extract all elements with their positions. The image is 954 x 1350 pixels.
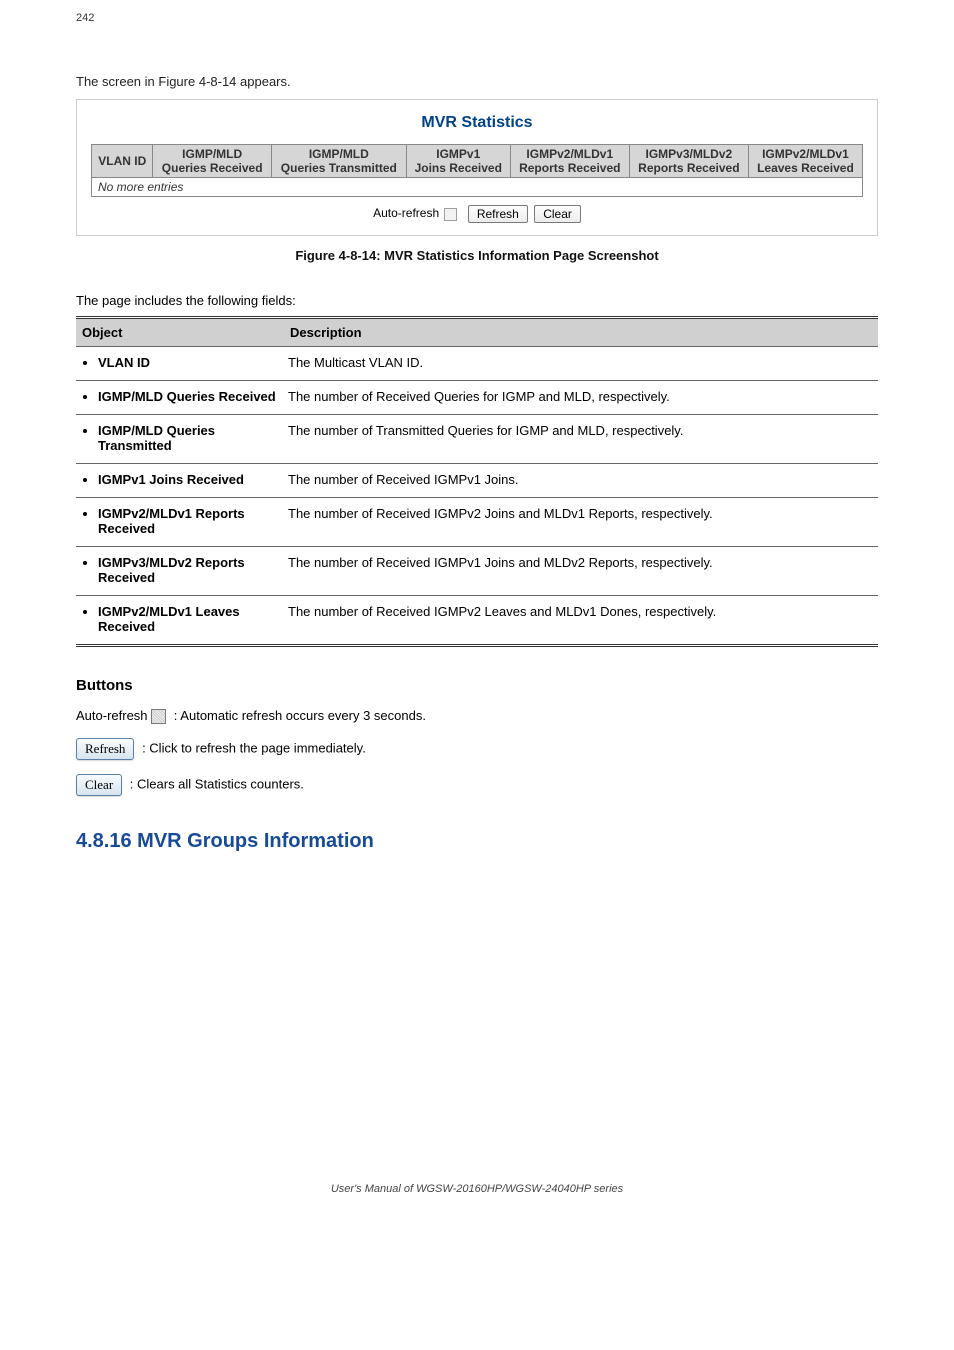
obj-desc: The number of Received IGMPv1 Joins.	[284, 464, 878, 498]
obj-desc: The number of Transmitted Queries for IG…	[284, 415, 878, 464]
table-row: IGMPv2/MLDv1 Reports Received The number…	[76, 498, 878, 547]
auto-refresh-line: Auto-refresh : Automatic refresh occurs …	[76, 708, 878, 724]
obj-label: IGMPv2/MLDv1 Reports Received	[98, 506, 280, 536]
obj-desc: The Multicast VLAN ID.	[284, 347, 878, 381]
figure-title: MVR Statistics	[91, 114, 863, 132]
th-text: Joins Received	[415, 161, 502, 175]
clear-button[interactable]: Clear	[534, 205, 581, 223]
th-text: Queries Received	[162, 161, 263, 175]
th-text: Leaves Received	[757, 161, 854, 175]
table-row: IGMPv3/MLDv2 Reports Received The number…	[76, 547, 878, 596]
refresh-button[interactable]: Refresh	[468, 205, 528, 223]
table-row: VLAN ID The Multicast VLAN ID.	[76, 347, 878, 381]
intro-text: The screen in Figure 4-8-14 appears.	[76, 74, 878, 89]
obj-label: IGMP/MLD Queries Transmitted	[98, 423, 280, 453]
page-number: 242	[76, 12, 878, 24]
buttons-block: Buttons Auto-refresh : Automatic refresh…	[76, 677, 878, 796]
auto-refresh-row: Auto-refresh Refresh Clear	[91, 205, 863, 223]
th-text: IGMPv2/MLDv1	[526, 147, 613, 161]
obj-label: IGMPv1 Joins Received	[98, 472, 280, 487]
desc-head-description: Description	[284, 318, 878, 347]
refresh-text: : Click to refresh the page immediately.	[142, 741, 366, 756]
th-text: IGMPv3/MLDv2	[646, 147, 733, 161]
th-text: Reports Received	[638, 161, 739, 175]
th-igmpv1-joins: IGMPv1 Joins Received	[406, 145, 510, 178]
th-v3v2-reports: IGMPv3/MLDv2 Reports Received	[629, 145, 748, 178]
buttons-heading: Buttons	[76, 677, 878, 694]
figure-caption: Figure 4-8-14: MVR Statistics Informatio…	[76, 248, 878, 263]
obj-label: IGMP/MLD Queries Received	[98, 389, 280, 404]
th-text: IGMPv1	[436, 147, 480, 161]
obj-desc: The number of Received IGMPv2 Leaves and…	[284, 596, 878, 646]
obj-label: IGMPv2/MLDv1 Leaves Received	[98, 604, 280, 634]
th-v2v1-leaves: IGMPv2/MLDv1 Leaves Received	[748, 145, 862, 178]
th-text: VLAN ID	[98, 154, 146, 168]
th-text: Reports Received	[519, 161, 620, 175]
clear-button-image: Clear	[76, 774, 122, 796]
obj-desc: The number of Received IGMPv1 Joins and …	[284, 547, 878, 596]
refresh-line: Refresh : Click to refresh the page imme…	[76, 738, 878, 760]
auto-refresh-label: Auto-refresh	[373, 206, 439, 220]
figure-box: MVR Statistics VLAN ID IGMP/MLD Queries …	[76, 99, 878, 236]
th-text: Queries Transmitted	[281, 161, 397, 175]
checkbox-icon	[151, 709, 166, 724]
table-row: IGMPv1 Joins Received The number of Rece…	[76, 464, 878, 498]
clear-text: : Clears all Statistics counters.	[130, 777, 304, 792]
clear-line: Clear : Clears all Statistics counters.	[76, 774, 878, 796]
desc-head-object: Object	[76, 318, 284, 347]
section-heading: 4.8.16 MVR Groups Information	[76, 830, 878, 853]
obj-desc: The number of Received Queries for IGMP …	[284, 381, 878, 415]
th-queries-transmitted: IGMP/MLD Queries Transmitted	[271, 145, 406, 178]
table-row: IGMP/MLD Queries Transmitted The number …	[76, 415, 878, 464]
th-queries-received: IGMP/MLD Queries Received	[153, 145, 271, 178]
table-row: IGMP/MLD Queries Received The number of …	[76, 381, 878, 415]
auto-refresh-text: : Automatic refresh occurs every 3 secon…	[174, 708, 426, 723]
fields-intro: The page includes the following fields:	[76, 293, 878, 308]
th-v2v1-reports: IGMPv2/MLDv1 Reports Received	[510, 145, 629, 178]
obj-label: IGMPv3/MLDv2 Reports Received	[98, 555, 280, 585]
no-more-entries: No more entries	[92, 178, 863, 197]
auto-refresh-checkbox[interactable]	[444, 208, 457, 221]
th-text: IGMP/MLD	[309, 147, 369, 161]
mvr-statistics-table: VLAN ID IGMP/MLD Queries Received IGMP/M…	[91, 144, 863, 197]
table-row: IGMPv2/MLDv1 Leaves Received The number …	[76, 596, 878, 646]
auto-refresh-prefix: Auto-refresh	[76, 708, 148, 723]
obj-label: VLAN ID	[98, 355, 280, 370]
th-text: IGMP/MLD	[182, 147, 242, 161]
th-vlan-id: VLAN ID	[92, 145, 153, 178]
description-table: Object Description VLAN ID The Multicast…	[76, 316, 878, 647]
obj-desc: The number of Received IGMPv2 Joins and …	[284, 498, 878, 547]
refresh-button-image: Refresh	[76, 738, 134, 760]
th-text: IGMPv2/MLDv1	[762, 147, 849, 161]
footer-text: User's Manual of WGSW-20160HP/WGSW-24040…	[76, 1183, 878, 1195]
